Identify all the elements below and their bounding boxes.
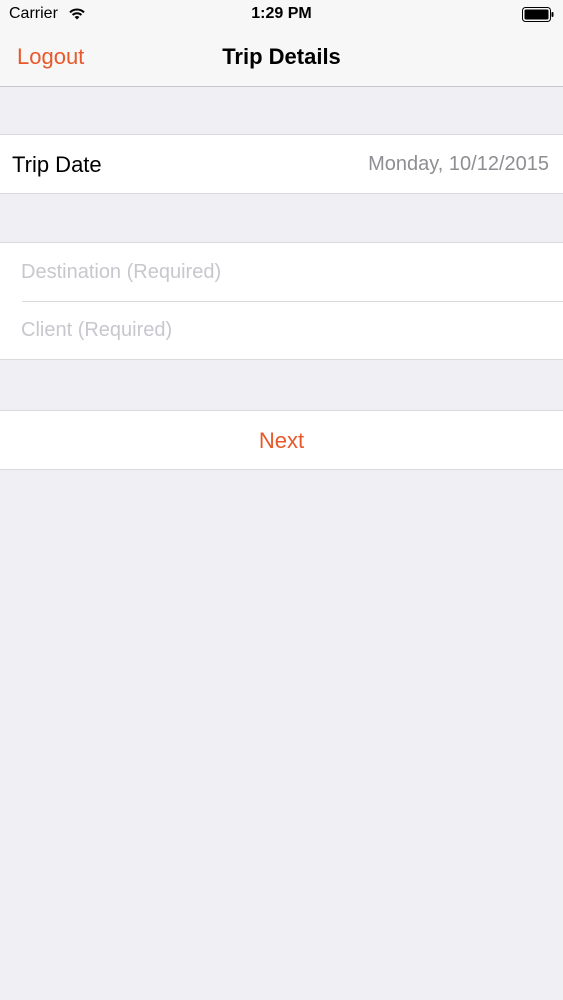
- client-row: [0, 301, 563, 359]
- trip-fields-group: [0, 242, 563, 360]
- destination-row: [0, 243, 563, 301]
- next-row[interactable]: Next: [0, 411, 563, 469]
- trip-date-group: Trip Date Monday, 10/12/2015: [0, 134, 563, 194]
- next-button[interactable]: Next: [0, 428, 563, 454]
- next-group: Next: [0, 410, 563, 470]
- battery-icon: [522, 7, 554, 22]
- page-title: Trip Details: [222, 44, 341, 69]
- trip-date-value[interactable]: Monday, 10/12/2015: [368, 153, 549, 176]
- client-field[interactable]: [21, 301, 541, 359]
- navigation-bar: Logout Trip Details: [0, 28, 563, 87]
- trip-date-label: Trip Date: [12, 152, 102, 177]
- destination-field[interactable]: [21, 243, 541, 301]
- status-bar: Carrier 1:29 PM: [0, 0, 563, 28]
- trip-date-row[interactable]: Trip Date Monday, 10/12/2015: [0, 135, 563, 193]
- status-time: 1:29 PM: [251, 5, 312, 22]
